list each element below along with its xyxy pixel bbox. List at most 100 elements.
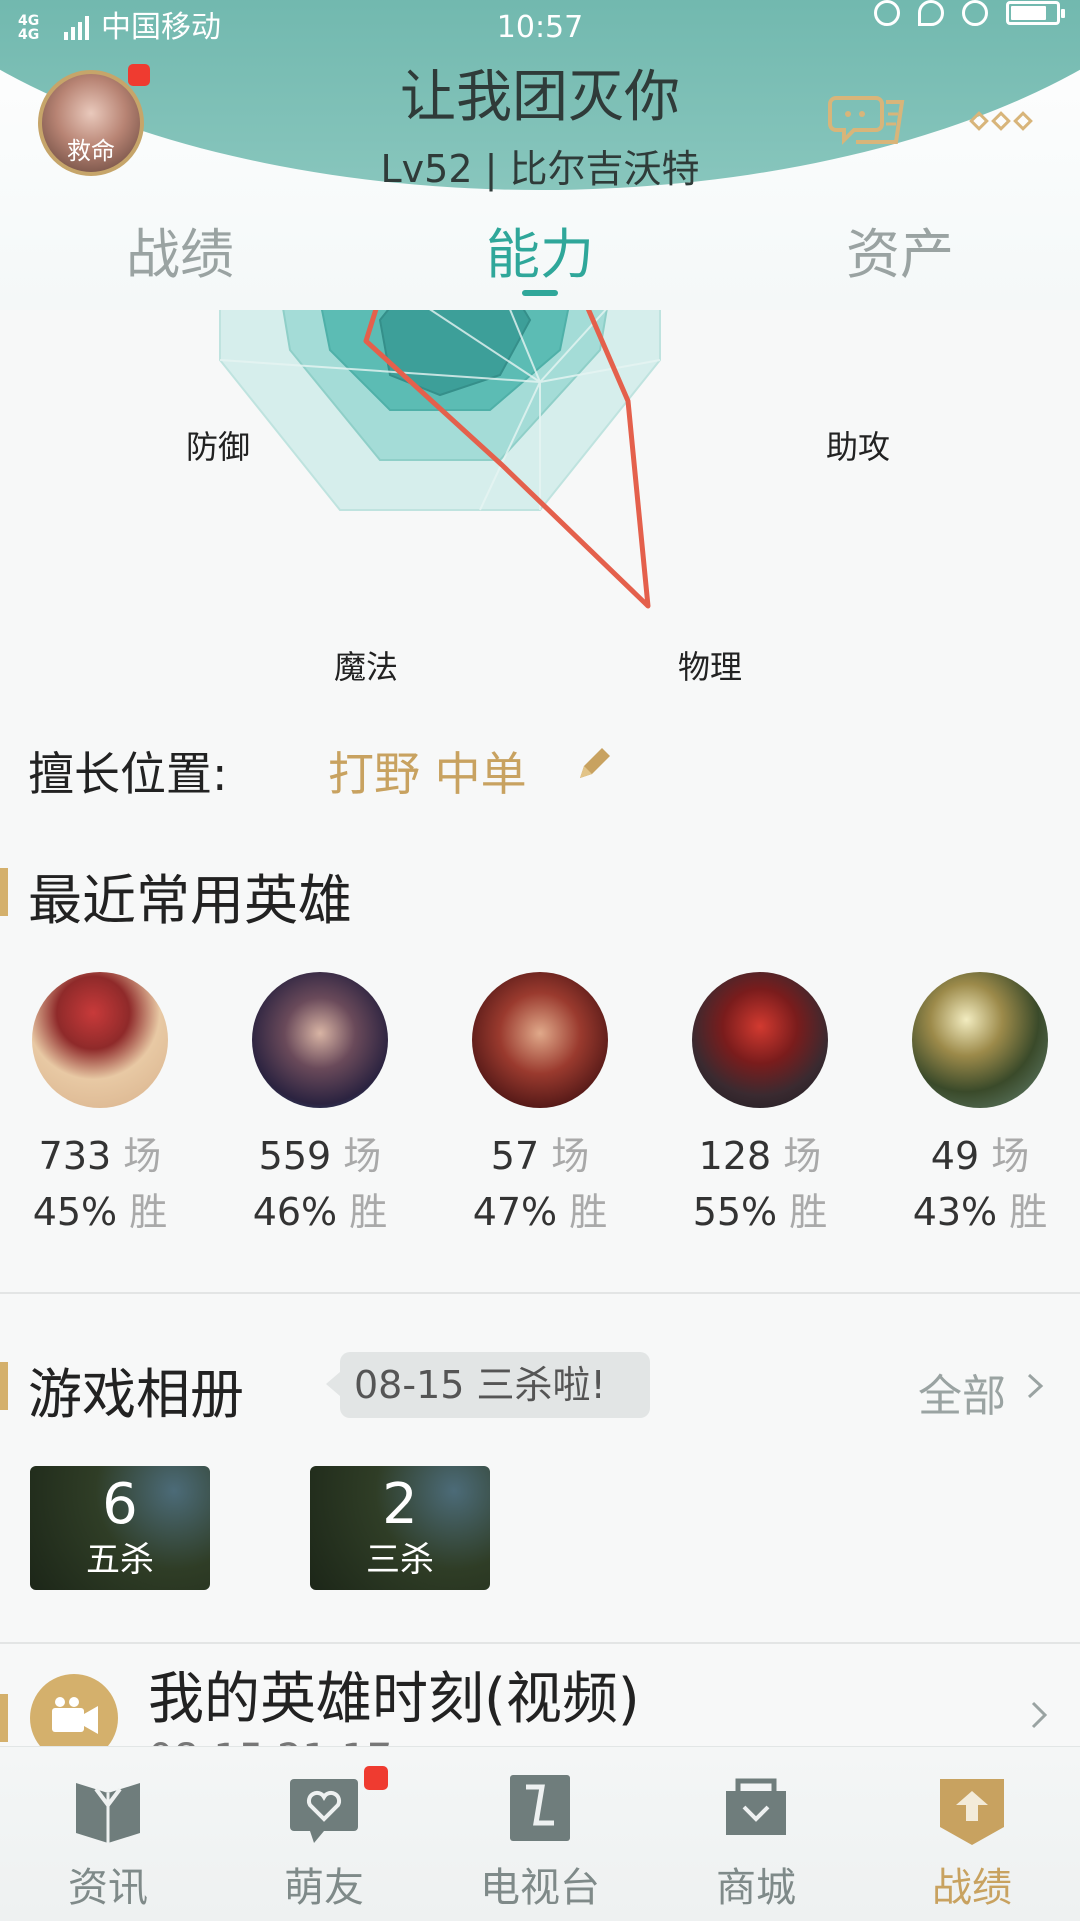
hero-matches-value: 559: [258, 1134, 332, 1178]
hero-item[interactable]: 49 场 43% 胜: [880, 972, 1080, 1240]
moon-icon: [918, 0, 944, 26]
more-dots-icon[interactable]: [969, 111, 1033, 131]
hero-winrate: 43% 胜: [880, 1184, 1080, 1240]
hero-portrait-yasuo: [252, 972, 388, 1108]
album-card-label: 五杀: [86, 1540, 154, 1580]
profile-header: 4G 4G 中国移动 10:57 救命 让我团灭你 Lv52 | 比尔吉沃特 战…: [0, 0, 1080, 310]
hero-item[interactable]: 733 场 45% 胜: [0, 972, 200, 1240]
hero-winrate-value: 45%: [32, 1190, 118, 1234]
player-name: 让我团灭你: [400, 65, 680, 130]
album-title: 游戏相册: [28, 1363, 244, 1426]
nav-item-friends[interactable]: 萌友: [224, 1747, 424, 1921]
hero-winrate-value: 46%: [252, 1190, 338, 1234]
hero-winrate-unit: 胜: [129, 1190, 168, 1234]
tab-bar: 战绩 能力 资产: [0, 210, 1080, 300]
hero-winrate-value: 43%: [912, 1190, 998, 1234]
hero-portrait-darius: [472, 972, 608, 1108]
nav-label: 电视台: [480, 1865, 600, 1911]
album-card-pentakill[interactable]: 6 五杀: [30, 1466, 210, 1590]
nav-label: 资讯: [68, 1865, 148, 1911]
section-accent-bar: [0, 1362, 8, 1410]
hero-matches: 57 场: [440, 1128, 640, 1184]
nav-label: 萌友: [284, 1865, 364, 1911]
hd-call-icon: [962, 0, 988, 26]
nav-item-tv[interactable]: 电视台: [440, 1747, 640, 1921]
album-card-triplekill[interactable]: 2 三杀: [310, 1466, 490, 1590]
tab-ability[interactable]: 能力: [440, 210, 640, 289]
moments-title[interactable]: 我的英雄时刻(视频): [148, 1654, 640, 1735]
hero-matches-unit: 场: [343, 1134, 382, 1178]
hero-matches: 559 场: [220, 1128, 420, 1184]
radar-svg: [219, 138, 661, 609]
radar-label-defense: 防御: [186, 428, 251, 466]
hero-matches: 733 场: [0, 1128, 200, 1184]
hero-winrate-value: 47%: [472, 1190, 558, 1234]
hero-matches-unit: 场: [123, 1134, 162, 1178]
friends-heart-icon: [290, 1779, 358, 1843]
hero-winrate: 46% 胜: [220, 1184, 420, 1240]
pencil-icon[interactable]: [574, 744, 614, 784]
hero-item[interactable]: 128 场 55% 胜: [660, 972, 860, 1240]
hero-winrate-unit: 胜: [349, 1190, 388, 1234]
hero-matches: 128 场: [660, 1128, 860, 1184]
chevron-right-icon[interactable]: [1026, 1372, 1044, 1400]
hero-matches-value: 128: [698, 1134, 772, 1178]
hero-item[interactable]: 57 场 47% 胜: [440, 972, 640, 1240]
nav-item-record[interactable]: 战绩: [872, 1747, 1072, 1921]
hero-winrate-value: 55%: [692, 1190, 778, 1234]
status-right: [874, 0, 1065, 26]
hero-matches-value: 57: [490, 1134, 540, 1178]
battery-fill: [1011, 6, 1046, 20]
hero-portrait-hero5: [912, 972, 1048, 1108]
news-book-icon: [76, 1783, 140, 1843]
chevron-right-icon[interactable]: [1030, 1700, 1048, 1730]
nav-label: 商城: [716, 1865, 796, 1911]
player-level-server: Lv52 | 比尔吉沃特: [380, 147, 700, 191]
tab-assets[interactable]: 资产: [800, 210, 1000, 289]
active-tab-indicator: [522, 290, 558, 296]
hero-winrate-unit: 胜: [1009, 1190, 1048, 1234]
more-dot: [991, 111, 1011, 131]
radar-label-magic: 魔法: [334, 648, 399, 686]
bottom-navigation: 资讯 萌友 电视台 商城 战绩: [0, 1746, 1080, 1921]
tab-record[interactable]: 战绩: [80, 210, 280, 289]
album-card-label: 三杀: [366, 1540, 434, 1580]
ability-radar-chart: 防御 助攻 物理 魔法: [0, 138, 1080, 690]
album-latest-bubble[interactable]: 08-15 三杀啦!: [326, 1352, 650, 1418]
recent-heroes-list: 733 场 45% 胜 559 场 46% 胜 57 场 47% 胜 128 场…: [0, 972, 1080, 1252]
hero-winrate: 45% 胜: [0, 1184, 200, 1240]
status-bar: 4G 4G 中国移动 10:57: [0, 0, 1080, 56]
alarm-icon: [874, 0, 900, 26]
radar-label-assist: 助攻: [826, 428, 891, 466]
battery-icon: [1006, 1, 1065, 25]
nav-item-news[interactable]: 资讯: [8, 1747, 208, 1921]
hero-matches-value: 49: [930, 1134, 980, 1178]
more-dot: [1013, 111, 1033, 131]
position-value: 打野 中单: [328, 747, 527, 801]
hero-matches-unit: 场: [551, 1134, 590, 1178]
section-divider: [0, 1642, 1080, 1644]
hero-matches-unit: 场: [783, 1134, 822, 1178]
radar-label-physical: 物理: [678, 648, 743, 686]
more-dot: [969, 111, 989, 131]
hero-portrait-lee-sin: [32, 972, 168, 1108]
hero-item[interactable]: 559 场 46% 胜: [220, 972, 420, 1240]
album-all-link[interactable]: 全部: [918, 1360, 1006, 1424]
hero-matches: 49 场: [880, 1128, 1080, 1184]
hero-winrate: 55% 胜: [660, 1184, 860, 1240]
album-card-count: 2: [382, 1472, 418, 1537]
nav-item-shop[interactable]: 商城: [656, 1747, 856, 1921]
record-shield-icon: [940, 1779, 1004, 1845]
position-label: 擅长位置:: [28, 747, 228, 801]
hero-winrate-unit: 胜: [569, 1190, 608, 1234]
chat-bubble-icon[interactable]: [828, 90, 908, 154]
recent-heroes-title: 最近常用英雄: [28, 869, 352, 932]
tv-station-icon: [510, 1775, 570, 1841]
friends-notification-badge: [364, 1766, 388, 1790]
section-accent-bar: [0, 1694, 8, 1742]
hero-portrait-zed: [692, 972, 828, 1108]
hero-winrate-unit: 胜: [789, 1190, 828, 1234]
shop-icon: [726, 1778, 786, 1835]
album-card-count: 6: [102, 1472, 138, 1537]
section-divider: [0, 1292, 1080, 1294]
